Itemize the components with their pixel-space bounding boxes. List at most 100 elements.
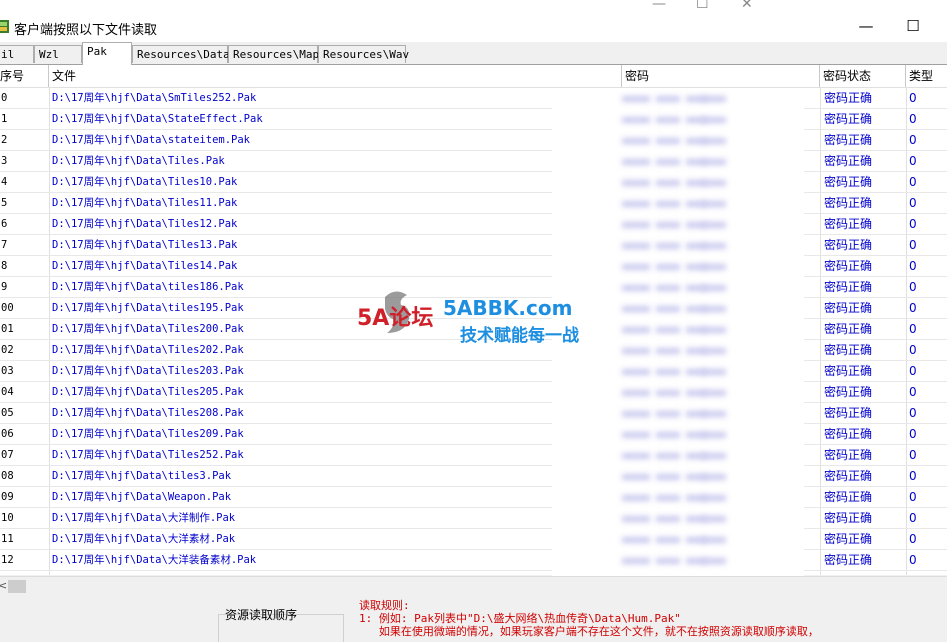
table-row[interactable]: 07 D:\17周年\hjf\Data\Tiles252.Pak 密码正确 0 (0, 445, 947, 466)
maximize-button[interactable]: ☐ (898, 15, 928, 37)
table-row[interactable]: 2 D:\17周年\hjf\Data\stateitem.Pak 密码正确 0 (0, 130, 947, 151)
tab-resources-map[interactable]: Resources\Map (228, 45, 319, 63)
row-file-path: D:\17周年\hjf\Data\tiles195.Pak (52, 302, 244, 314)
row-type: 0 (909, 175, 917, 189)
file-list-grid[interactable]: 序号 文件 密码 密码状态 类型 0 D:\17周年\hjf\Data\SmTil… (0, 65, 947, 575)
table-row[interactable]: 6 D:\17周年\hjf\Data\Tiles12.Pak 密码正确 0 (0, 214, 947, 235)
table-row[interactable]: 4 D:\17周年\hjf\Data\Tiles10.Pak 密码正确 0 (0, 172, 947, 193)
redaction-blob (656, 390, 680, 396)
table-row[interactable]: 00 D:\17周年\hjf\Data\tiles195.Pak 密码正确 0 (0, 298, 947, 319)
row-index: 00 (1, 302, 14, 314)
redaction-blob (656, 243, 680, 249)
row-file-path: D:\17周年\hjf\Data\StateEffect.Pak (52, 113, 263, 125)
background-window: — ☐ ✕ (0, 0, 947, 12)
column-header-type[interactable]: 类型 (906, 65, 947, 87)
row-file-path: D:\17周年\hjf\Data\Tiles10.Pak (52, 176, 238, 188)
table-row[interactable]: 7 D:\17周年\hjf\Data\Tiles13.Pak 密码正确 0 (0, 235, 947, 256)
redaction-blob (622, 159, 650, 165)
table-row[interactable]: 03 D:\17周年\hjf\Data\Tiles203.Pak 密码正确 0 (0, 361, 947, 382)
redaction-blob (702, 432, 726, 438)
column-header-file[interactable]: 文件 (49, 65, 622, 87)
row-password-status: 密码正确 (824, 469, 873, 483)
redaction-blob (702, 285, 726, 291)
row-password-status: 密码正确 (824, 259, 873, 273)
redaction-blob (622, 138, 650, 144)
row-file-path: D:\17周年\hjf\Data\Tiles208.Pak (52, 407, 244, 419)
row-password-status: 密码正确 (824, 280, 873, 294)
tab-resources-wav[interactable]: Resources\Wav (318, 45, 409, 63)
redaction-blob (702, 516, 726, 522)
redaction-blob (656, 306, 680, 312)
row-file-path: D:\17周年\hjf\Data\Tiles14.Pak (52, 260, 238, 272)
table-row[interactable]: 12 D:\17周年\hjf\Data\大洋装备素材.Pak 密码正确 0 (0, 550, 947, 571)
row-password-status: 密码正确 (824, 154, 873, 168)
row-index: 0 (1, 92, 8, 104)
table-row[interactable]: 1 D:\17周年\hjf\Data\StateEffect.Pak 密码正确 0 (0, 109, 947, 130)
table-row[interactable]: 9 D:\17周年\hjf\Data\tiles186.Pak 密码正确 0 (0, 277, 947, 298)
table-row[interactable]: 06 D:\17周年\hjf\Data\Tiles209.Pak 密码正确 0 (0, 424, 947, 445)
table-row[interactable]: 3 D:\17周年\hjf\Data\Tiles.Pak 密码正确 0 (0, 151, 947, 172)
row-password-status: 密码正确 (824, 511, 873, 525)
grid-header: 序号 文件 密码 密码状态 类型 (0, 65, 947, 88)
table-row[interactable]: 8 D:\17周年\hjf\Data\Tiles14.Pak 密码正确 0 (0, 256, 947, 277)
row-index: 8 (1, 260, 8, 272)
row-password-status: 密码正确 (824, 448, 873, 462)
row-index: 06 (1, 428, 14, 440)
row-type: 0 (909, 364, 917, 378)
tab-wzl[interactable]: Wzl (34, 45, 82, 63)
table-row[interactable]: 05 D:\17周年\hjf\Data\Tiles208.Pak 密码正确 0 (0, 403, 947, 424)
redaction-blob (656, 411, 680, 417)
horizontal-scrollbar[interactable]: < (0, 576, 947, 595)
scroll-left-icon[interactable]: < (0, 579, 7, 592)
redaction-blob (656, 327, 680, 333)
row-file-path: D:\17周年\hjf\Data\Tiles11.Pak (52, 197, 238, 209)
redaction-blob (622, 432, 650, 438)
row-file-path: D:\17周年\hjf\Data\SmTiles252.Pak (52, 92, 257, 104)
row-index: 5 (1, 197, 8, 209)
table-row[interactable]: 01 D:\17周年\hjf\Data\Tiles200.Pak 密码正确 0 (0, 319, 947, 340)
table-row[interactable]: 04 D:\17周年\hjf\Data\Tiles205.Pak 密码正确 0 (0, 382, 947, 403)
redaction-blob (622, 222, 650, 228)
redaction-blob (702, 264, 726, 270)
row-file-path: D:\17周年\hjf\Data\Tiles12.Pak (52, 218, 238, 230)
row-index: 6 (1, 218, 8, 230)
resource-order-label: 资源读取顺序 (225, 608, 298, 622)
row-file-path: D:\17周年\hjf\Data\Tiles200.Pak (52, 323, 244, 335)
scrollbar-thumb[interactable] (8, 580, 26, 593)
redaction-blob (622, 306, 650, 312)
row-type: 0 (909, 448, 917, 462)
minimize-button[interactable]: — (851, 15, 881, 37)
row-file-path: D:\17周年\hjf\Data\tiles186.Pak (52, 281, 244, 293)
redaction-blob (702, 348, 726, 354)
table-row[interactable]: 08 D:\17周年\hjf\Data\tiles3.Pak 密码正确 0 (0, 466, 947, 487)
bg-maximize-icon: ☐ (696, 0, 709, 12)
table-row[interactable]: 11 D:\17周年\hjf\Data\大洋素材.Pak 密码正确 0 (0, 529, 947, 550)
column-header-password-status[interactable]: 密码状态 (820, 65, 906, 87)
row-password-status: 密码正确 (824, 322, 873, 336)
table-row[interactable]: 10 D:\17周年\hjf\Data\大洋制作.Pak 密码正确 0 (0, 508, 947, 529)
redaction-blob (702, 117, 726, 123)
table-row[interactable]: 5 D:\17周年\hjf\Data\Tiles11.Pak 密码正确 0 (0, 193, 947, 214)
table-row[interactable]: 09 D:\17周年\hjf\Data\Weapon.Pak 密码正确 0 (0, 487, 947, 508)
redaction-blob (622, 474, 650, 480)
redaction-blob (702, 327, 726, 333)
row-file-path: D:\17周年\hjf\Data\Tiles252.Pak (52, 449, 244, 461)
table-row[interactable]: 02 D:\17周年\hjf\Data\Tiles202.Pak 密码正确 0 (0, 340, 947, 361)
table-row[interactable]: 0 D:\17周年\hjf\Data\SmTiles252.Pak 密码正确 0 (0, 88, 947, 109)
row-index: 01 (1, 323, 14, 335)
row-password-status: 密码正确 (824, 343, 873, 357)
tab-pak[interactable]: Pak (82, 42, 132, 65)
column-header-index[interactable]: 序号 (0, 65, 49, 87)
redaction-blob (702, 180, 726, 186)
bg-minimize-icon: — (652, 0, 666, 12)
redaction-blob (622, 558, 650, 564)
column-header-password[interactable]: 密码 (622, 65, 820, 87)
tab-il[interactable]: il (0, 45, 34, 63)
tab-resources-data[interactable]: Resources\Data (132, 45, 230, 63)
row-file-path: D:\17周年\hjf\Data\大洋素材.Pak (52, 533, 236, 545)
row-type: 0 (909, 280, 917, 294)
redaction-blob (656, 369, 680, 375)
redaction-blob (656, 285, 680, 291)
redaction-blob (702, 411, 726, 417)
row-type: 0 (909, 91, 917, 105)
